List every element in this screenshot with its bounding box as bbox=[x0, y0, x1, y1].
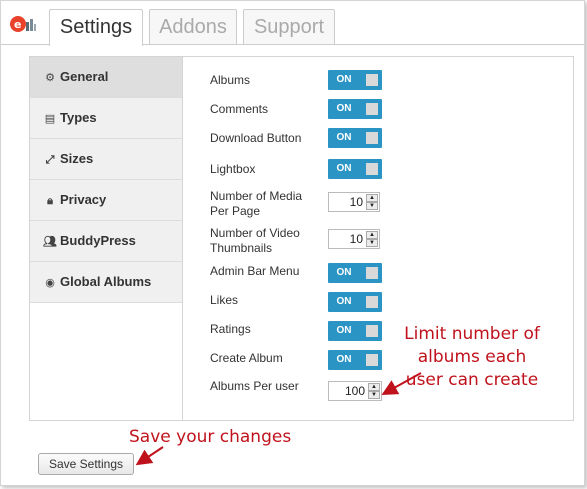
settings-window: e Settings Addons Support ⚙ General ▤ Type… bbox=[0, 0, 585, 486]
arrow-to-albums-per-user-icon bbox=[381, 372, 422, 395]
arrow-to-save-button-icon bbox=[135, 446, 164, 466]
annotation-arrows bbox=[135, 372, 422, 466]
